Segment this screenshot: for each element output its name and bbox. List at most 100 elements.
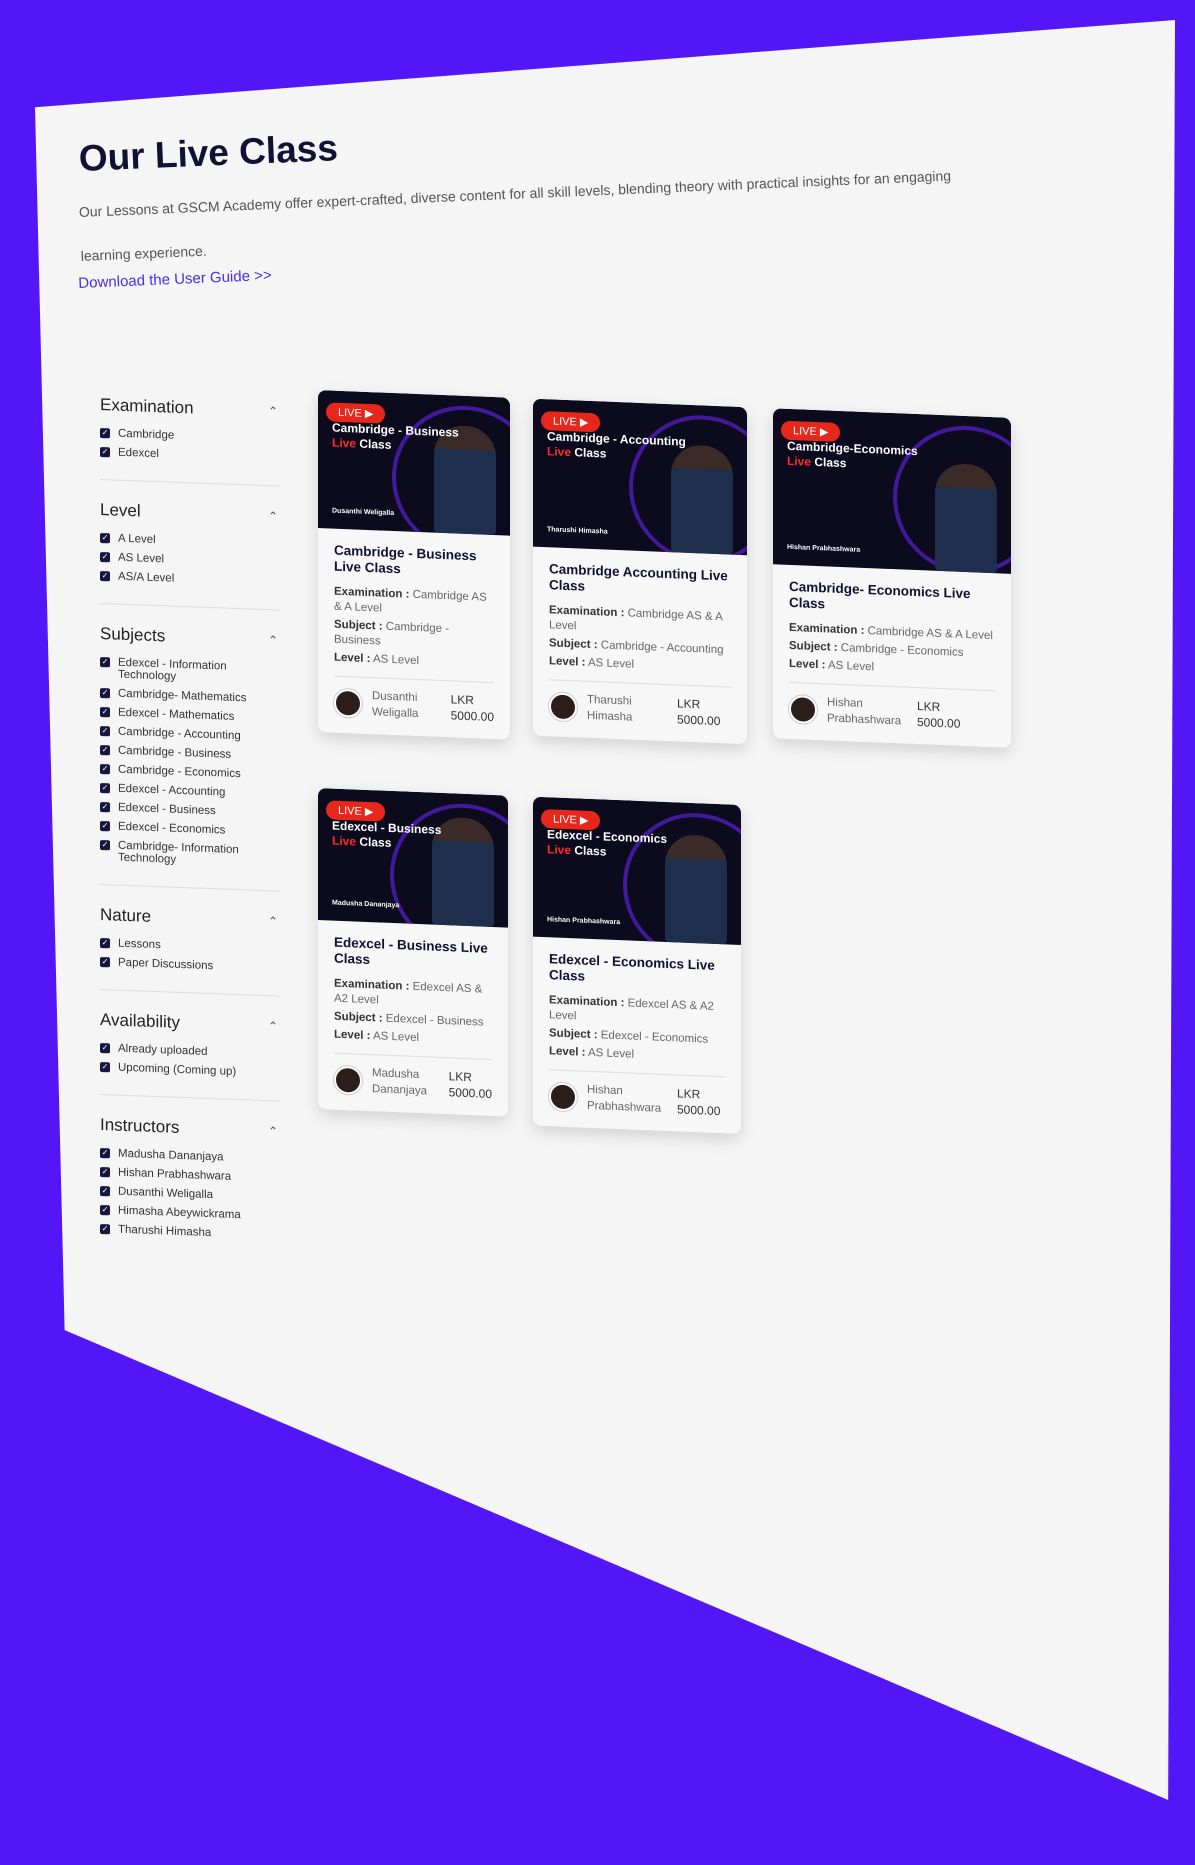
filter-option-label: A Level: [118, 532, 156, 547]
class-thumbnail[interactable]: LIVE ▶ Edexcel - Economics Live Class Hisha…: [533, 796, 741, 945]
checkbox-checked-icon[interactable]: ✓: [100, 745, 110, 756]
checkbox-checked-icon[interactable]: ✓: [100, 1205, 110, 1216]
checkbox-checked-icon[interactable]: ✓: [100, 1043, 110, 1054]
card-title[interactable]: Edexcel - Economics Live Class: [549, 951, 725, 990]
filter-option[interactable]: ✓ Madusha Dananjaya: [100, 1147, 280, 1166]
level-meta-value: AS Level: [373, 653, 420, 668]
level-meta: Level : AS Level: [334, 1028, 492, 1049]
subject-meta: Subject : Cambridge - Business: [334, 618, 494, 654]
filter-option-label: Dusanthi Weligalla: [118, 1185, 214, 1202]
chevron-up-icon[interactable]: ⌃: [266, 509, 280, 524]
card-title[interactable]: Cambridge- Economics Live Class: [789, 579, 995, 619]
play-icon: ▶: [576, 416, 589, 429]
filter-option[interactable]: ✓ Himasha Abeywickrama: [100, 1204, 280, 1223]
filter-option[interactable]: ✓ Cambridge- Information Technology: [100, 839, 280, 870]
live-badge: LIVE ▶: [326, 402, 386, 424]
checkbox-checked-icon[interactable]: ✓: [100, 571, 110, 582]
checkbox-checked-icon[interactable]: ✓: [100, 1167, 110, 1178]
filter-option-label: Cambridge - Business: [118, 744, 232, 761]
play-icon: ▶: [576, 814, 589, 827]
chevron-up-icon[interactable]: ⌃: [266, 1124, 280, 1139]
level-meta-value: AS Level: [588, 656, 635, 671]
avatar: [549, 1082, 577, 1112]
filter-option[interactable]: ✓ Hishan Prabhashwara: [100, 1166, 280, 1185]
checkbox-checked-icon[interactable]: ✓: [100, 688, 110, 699]
filter-option[interactable]: ✓ Edexcel - Information Technology: [100, 656, 280, 687]
card-title[interactable]: Cambridge - Business Live Class: [334, 543, 494, 581]
filter-group-header[interactable]: Subjects ⌃: [100, 624, 280, 651]
card-body: Edexcel - Business Live Class Examination…: [318, 920, 508, 1117]
card-title[interactable]: Edexcel - Business Live Class: [334, 935, 492, 973]
checkbox-checked-icon[interactable]: ✓: [100, 957, 110, 968]
class-thumbnail[interactable]: LIVE ▶ Cambridge - Business Live Class Dusa…: [318, 390, 510, 536]
filter-option[interactable]: ✓ Edexcel - Mathematics: [100, 706, 280, 725]
filter-option[interactable]: ✓ AS Level: [100, 551, 280, 570]
checkbox-checked-icon[interactable]: ✓: [100, 1186, 110, 1197]
filter-group: Availability ⌃ ✓ Already uploaded ✓ Upcoming …: [100, 1010, 280, 1102]
filter-option[interactable]: ✓ Paper Discussions: [100, 956, 280, 975]
checkbox-checked-icon[interactable]: ✓: [100, 840, 110, 851]
thumbnail-class-word: Class: [359, 436, 392, 452]
filter-option[interactable]: ✓ Cambridge - Economics: [100, 763, 280, 782]
class-thumbnail[interactable]: LIVE ▶ Edexcel - Business Live Class Madush…: [318, 788, 508, 928]
chevron-up-icon[interactable]: ⌃: [266, 1019, 280, 1034]
filter-option[interactable]: ✓ Lessons: [100, 937, 280, 956]
filter-option[interactable]: ✓ Already uploaded: [100, 1042, 280, 1061]
chevron-up-icon[interactable]: ⌃: [266, 914, 280, 929]
examination-meta-label: Examination :: [549, 604, 625, 620]
chevron-up-icon[interactable]: ⌃: [266, 404, 280, 419]
card-divider: [334, 1052, 492, 1060]
level-meta-value: AS Level: [828, 659, 875, 674]
checkbox-checked-icon[interactable]: ✓: [100, 707, 110, 718]
thumbnail-live-word: Live: [787, 453, 812, 469]
filter-group-header[interactable]: Nature ⌃: [100, 905, 280, 932]
filter-option[interactable]: ✓ AS/A Level: [100, 570, 280, 589]
class-card[interactable]: LIVE ▶ Edexcel - Economics Live Class Hisha…: [533, 796, 741, 1134]
class-thumbnail[interactable]: LIVE ▶ Cambridge - Accounting Live Class Th…: [533, 398, 747, 556]
filter-option-label: Cambridge: [118, 427, 175, 442]
class-card[interactable]: LIVE ▶ Cambridge - Business Live Class Dusa…: [318, 390, 510, 740]
filter-option[interactable]: ✓ Cambridge: [100, 427, 280, 446]
filter-option[interactable]: ✓ Tharushi Himasha: [100, 1223, 280, 1242]
thumbnail-live-word: Live: [547, 842, 572, 858]
checkbox-checked-icon[interactable]: ✓: [100, 783, 110, 794]
checkbox-checked-icon[interactable]: ✓: [100, 1062, 110, 1073]
checkbox-checked-icon[interactable]: ✓: [100, 938, 110, 949]
thumbnail-live-word: Live: [332, 435, 357, 451]
filter-group-header[interactable]: Availability ⌃: [100, 1010, 280, 1037]
card-title[interactable]: Cambridge Accounting Live Class: [549, 561, 731, 600]
checkbox-checked-icon[interactable]: ✓: [100, 726, 110, 737]
filter-option[interactable]: ✓ Edexcel - Accounting: [100, 782, 280, 801]
filter-option[interactable]: ✓ Edexcel - Business: [100, 801, 280, 820]
checkbox-checked-icon[interactable]: ✓: [100, 802, 110, 813]
filter-option[interactable]: ✓ Cambridge- Mathematics: [100, 687, 280, 706]
live-badge-label: LIVE: [338, 406, 362, 420]
filter-option[interactable]: ✓ A Level: [100, 532, 280, 551]
filter-option[interactable]: ✓ Upcoming (Coming up): [100, 1061, 280, 1080]
filter-option[interactable]: ✓ Dusanthi Weligalla: [100, 1185, 280, 1204]
checkbox-checked-icon[interactable]: ✓: [100, 1224, 110, 1235]
checkbox-checked-icon[interactable]: ✓: [100, 764, 110, 775]
filter-group-header[interactable]: Level ⌃: [100, 500, 280, 527]
checkbox-checked-icon[interactable]: ✓: [100, 533, 110, 544]
price-currency: LKR: [450, 692, 474, 708]
class-card[interactable]: LIVE ▶ Cambridge-Economics Live Class Hisha…: [773, 408, 1011, 748]
filter-group-header[interactable]: Instructors ⌃: [100, 1115, 280, 1142]
filter-option[interactable]: ✓ Cambridge - Business: [100, 744, 280, 763]
checkbox-checked-icon[interactable]: ✓: [100, 428, 110, 439]
instructor-photo: [935, 462, 997, 574]
filter-option[interactable]: ✓ Edexcel: [100, 446, 280, 465]
checkbox-checked-icon[interactable]: ✓: [100, 447, 110, 458]
checkbox-checked-icon[interactable]: ✓: [100, 821, 110, 832]
class-card[interactable]: LIVE ▶ Cambridge - Accounting Live Class Th…: [533, 398, 747, 745]
checkbox-checked-icon[interactable]: ✓: [100, 1148, 110, 1159]
filter-option[interactable]: ✓ Edexcel - Economics: [100, 820, 280, 839]
chevron-up-icon[interactable]: ⌃: [266, 633, 280, 648]
class-card[interactable]: LIVE ▶ Edexcel - Business Live Class Madush…: [318, 788, 508, 1117]
class-thumbnail[interactable]: LIVE ▶ Cambridge-Economics Live Class Hisha…: [773, 408, 1011, 574]
checkbox-checked-icon[interactable]: ✓: [100, 657, 110, 668]
filter-option[interactable]: ✓ Cambridge - Accounting: [100, 725, 280, 744]
avatar: [334, 1065, 362, 1095]
checkbox-checked-icon[interactable]: ✓: [100, 552, 110, 563]
thumbnail-class-word: Class: [574, 445, 607, 461]
